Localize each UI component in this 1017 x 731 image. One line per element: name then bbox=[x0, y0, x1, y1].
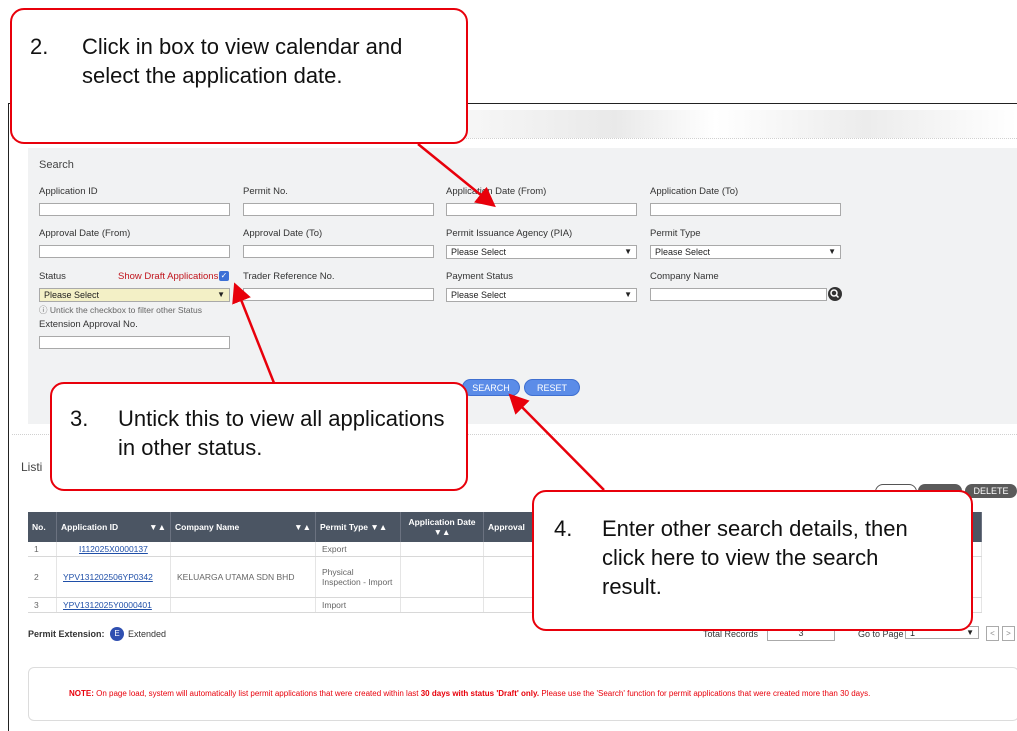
callout-4-text: Enter other search details, then click h… bbox=[602, 516, 908, 599]
callout-step-3: 3. Untick this to view all applications … bbox=[50, 382, 468, 491]
callout-4-number: 4. bbox=[554, 516, 573, 541]
arrow-to-search-button bbox=[508, 393, 605, 491]
callout-3-number: 3. bbox=[70, 406, 89, 431]
callout-step-2: 2. Click in box to view calendar and sel… bbox=[10, 8, 468, 144]
callout-2-text: Click in box to view calendar and select… bbox=[82, 34, 403, 88]
arrow-to-draft-checkbox bbox=[232, 282, 276, 384]
arrow-to-date-field bbox=[417, 143, 496, 208]
callout-2-number: 2. bbox=[30, 34, 49, 59]
callout-step-4: 4. Enter other search details, then clic… bbox=[532, 490, 973, 631]
callout-3-text: Untick this to view all applications in … bbox=[118, 406, 445, 460]
